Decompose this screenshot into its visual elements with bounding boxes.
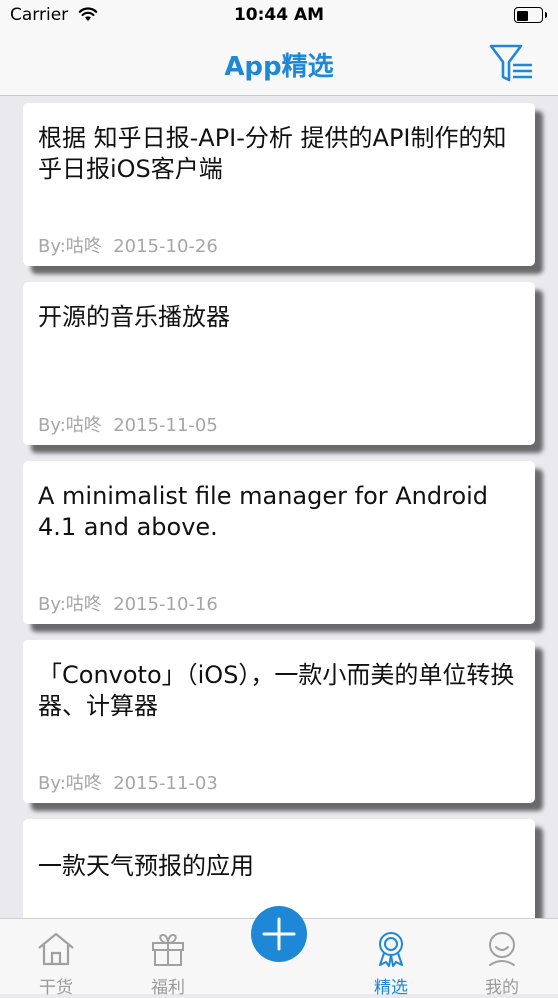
tab-profile[interactable]: 我的 <box>446 919 558 998</box>
gift-icon <box>152 933 184 966</box>
tab-label: 干货 <box>39 978 73 998</box>
item-meta: By:咕咚 2015-10-26 <box>38 236 218 257</box>
tab-home[interactable]: 干货 <box>0 919 112 998</box>
tab-welfare[interactable]: 福利 <box>112 919 224 998</box>
list-item[interactable]: 根据 知乎日报-API-分析 提供的API制作的知乎日报iOS客户端 By:咕咚… <box>23 103 535 266</box>
tab-label: 精选 <box>374 978 408 998</box>
add-button[interactable] <box>251 906 307 962</box>
item-meta: By:咕咚 2015-11-05 <box>38 415 218 436</box>
list-item[interactable]: A minimalist file manager for Android 4.… <box>23 461 535 624</box>
home-icon <box>38 932 74 966</box>
item-title: A minimalist file manager for Android 4.… <box>38 482 489 541</box>
item-meta: By:咕咚 2015-11-03 <box>38 773 218 794</box>
clock: 10:44 AM <box>233 5 325 25</box>
item-meta: By:咕咚 2015-10-16 <box>38 594 218 615</box>
page-title: App精选 <box>224 52 334 82</box>
item-title: 根据 知乎日报-API-分析 提供的API制作的知乎日报iOS客户端 <box>38 124 507 183</box>
list-item[interactable]: 开源的音乐播放器 By:咕咚 2015-11-05 <box>23 282 535 445</box>
tab-featured[interactable]: 精选 <box>335 919 447 998</box>
status-bar: Carrier 10:44 AM <box>0 0 558 30</box>
item-title: 一款天气预报的应用 <box>38 852 254 880</box>
plus-icon <box>262 917 296 951</box>
item-title: 「Convoto」（iOS），一款小而美的单位转换器、计算器 <box>38 661 515 720</box>
list-item[interactable]: 一款天气预报的应用 <box>23 819 535 918</box>
app-list[interactable]: 根据 知乎日报-API-分析 提供的API制作的知乎日报iOS客户端 By:咕咚… <box>0 96 558 918</box>
battery-icon <box>514 7 547 23</box>
navigation-bar: App精选 <box>0 30 558 96</box>
list-item[interactable]: 「Convoto」（iOS），一款小而美的单位转换器、计算器 By:咕咚 201… <box>23 640 535 803</box>
tab-bar: 干货 福利 精选 我的 <box>0 906 558 998</box>
award-icon <box>379 932 403 967</box>
tab-label: 我的 <box>485 978 519 998</box>
filter-list-icon[interactable] <box>488 40 534 86</box>
item-title: 开源的音乐播放器 <box>38 303 230 331</box>
tab-label: 福利 <box>151 978 185 998</box>
profile-icon <box>489 932 515 966</box>
